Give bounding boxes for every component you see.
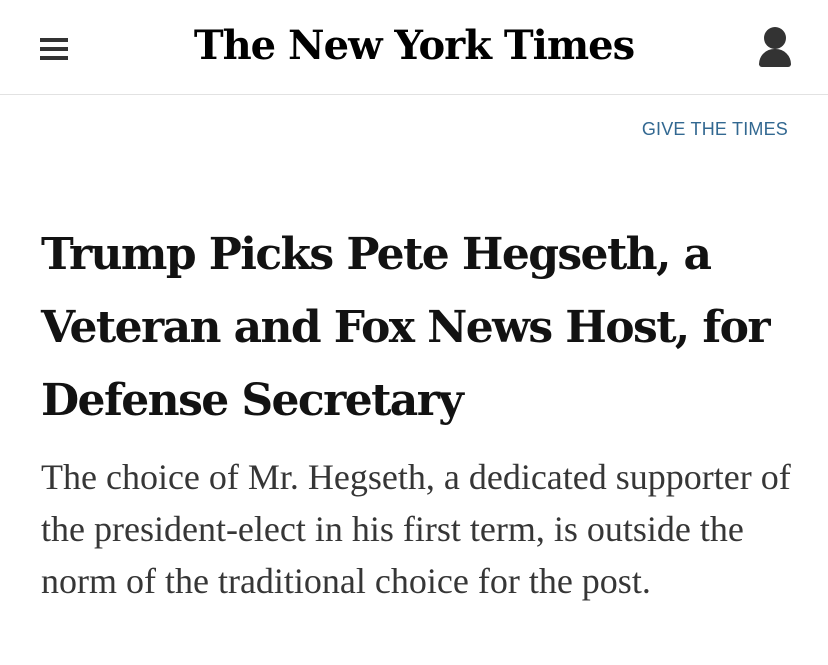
nyt-logo[interactable]: The New York Times [0, 20, 828, 72]
give-the-times-link[interactable]: GIVE THE TIMES [642, 119, 788, 140]
article-headline: Trump Picks Pete Hegseth, a Veteran and … [41, 229, 771, 426]
site-header: The New York Times [0, 0, 828, 95]
article-summary: The choice of Mr. Hegseth, a dedicated s… [41, 457, 791, 601]
user-account-icon[interactable] [757, 27, 793, 69]
